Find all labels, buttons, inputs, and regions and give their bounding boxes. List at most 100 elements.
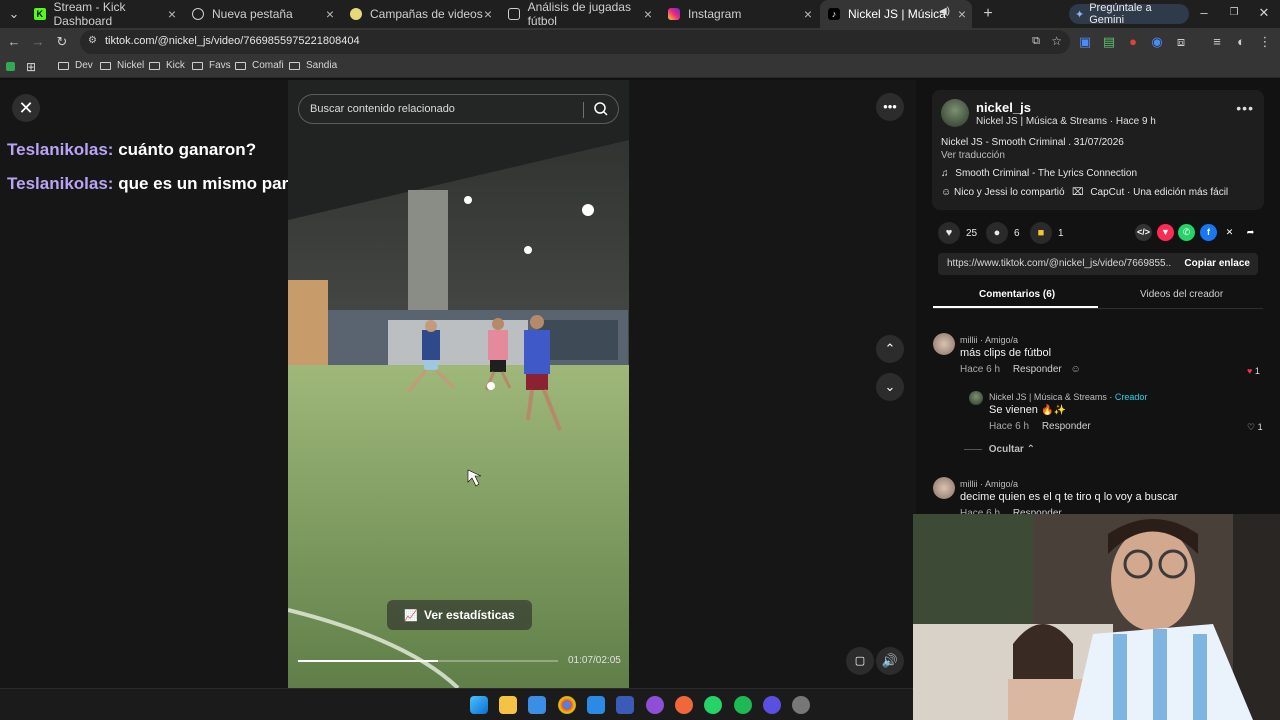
shared-avatar-icon: ☺ xyxy=(941,187,952,198)
search-icon[interactable] xyxy=(593,101,609,117)
save-button[interactable]: ■ 1 xyxy=(1030,222,1064,244)
browser-menu-icon[interactable]: ⋮ xyxy=(1257,34,1273,50)
x-icon[interactable]: ✕ xyxy=(1221,224,1238,241)
close-tab-icon[interactable]: × xyxy=(326,6,334,22)
extensions-puzzle-icon[interactable]: ⧈ xyxy=(1173,34,1189,50)
apps-grid-icon[interactable]: ⊞ xyxy=(26,60,36,74)
reply-button[interactable]: Responder xyxy=(1042,421,1091,432)
post-username[interactable]: nickel_js xyxy=(976,100,1031,115)
reading-list-icon[interactable]: ≡ xyxy=(1209,34,1225,50)
whatsapp-icon[interactable]: ✆ xyxy=(1178,224,1195,241)
bookmark-sandia[interactable]: Sandia xyxy=(289,60,337,71)
comment-author[interactable]: millii · Amigo/a xyxy=(960,479,1018,489)
next-video-chevron-down-icon[interactable]: ⌄ xyxy=(876,373,904,401)
embed-icon[interactable]: </> xyxy=(1135,224,1152,241)
capcut-icon: ⌧ xyxy=(1072,187,1084,198)
vpn-extension-icon[interactable]: ◉ xyxy=(1149,34,1165,50)
close-video-button[interactable]: ✕ xyxy=(12,94,40,122)
tab-tiktok-active[interactable]: ♪ Nickel JS | Música & Stream ◀) × xyxy=(820,0,972,28)
tab-campanas[interactable]: Campañas de videos × xyxy=(342,4,498,24)
comment-button[interactable]: ● 6 xyxy=(986,222,1020,244)
facebook-icon[interactable]: f xyxy=(1200,224,1217,241)
bookmark-favs[interactable]: Favs xyxy=(192,60,231,71)
back-icon[interactable]: ← xyxy=(6,34,22,50)
close-tab-icon[interactable]: × xyxy=(958,6,966,22)
bookmark-nickel[interactable]: Nickel xyxy=(100,60,144,71)
capcut-row[interactable]: ⌧ CapCut · Una edición más fácil xyxy=(1072,187,1228,198)
miniplayer-icon[interactable]: ▢ xyxy=(846,647,874,675)
speaker-icon[interactable]: ◀) xyxy=(939,6,950,17)
music-row[interactable]: ♫ Smooth Criminal - The Lyrics Connectio… xyxy=(941,168,1137,179)
apps-green-icon[interactable] xyxy=(6,62,15,71)
bookmark-star-icon[interactable]: ☆ xyxy=(1051,34,1062,48)
avatar[interactable] xyxy=(933,333,955,355)
tab-new-tab[interactable]: Nueva pestaña × xyxy=(184,4,340,24)
related-search-input[interactable]: Buscar contenido relacionado xyxy=(298,94,619,124)
close-tab-icon[interactable]: × xyxy=(484,6,492,22)
tab-comments[interactable]: Comentarios (6) xyxy=(979,289,1055,300)
store-icon[interactable] xyxy=(528,696,546,714)
bookmark-comafi[interactable]: Comafi xyxy=(235,60,284,71)
postman-icon[interactable] xyxy=(675,696,693,714)
video-player[interactable]: Buscar contenido relacionado 📈 Ver estad… xyxy=(288,80,629,688)
vscode-icon[interactable] xyxy=(587,696,605,714)
tab-kick-dashboard[interactable]: K Stream - Kick Dashboard × xyxy=(26,0,182,28)
tab-creator-videos[interactable]: Videos del creador xyxy=(1140,289,1223,300)
bookmark-dev[interactable]: Dev xyxy=(58,60,93,71)
restore-icon[interactable]: ❐ xyxy=(1226,5,1242,21)
install-icon[interactable]: ⧉ xyxy=(1032,35,1040,48)
video-progress-bar[interactable] xyxy=(298,660,558,662)
reply-button[interactable]: Responder xyxy=(1013,364,1062,375)
share-arrow-icon[interactable]: ➦ xyxy=(1242,224,1259,241)
comment-author[interactable]: millii · Amigo/a xyxy=(960,335,1018,345)
send-icon[interactable]: ▼ xyxy=(1157,224,1174,241)
start-icon[interactable] xyxy=(470,696,488,714)
whatsapp-taskbar-icon[interactable] xyxy=(704,696,722,714)
forward-icon[interactable]: → xyxy=(30,34,46,50)
shared-by-row[interactable]: ☺ Nico y Jessi lo compartió xyxy=(941,187,1065,198)
previous-video-chevron-up-icon[interactable]: ⌃ xyxy=(876,335,904,363)
profile-avatar-icon[interactable]: ◐ xyxy=(1233,34,1249,50)
close-tab-icon[interactable]: × xyxy=(644,6,652,22)
volume-icon[interactable]: 🔊 xyxy=(876,647,904,675)
view-stats-button[interactable]: 📈 Ver estadísticas xyxy=(387,600,532,630)
address-bar[interactable]: ⚙ tiktok.com/@nickel_js/video/7669855975… xyxy=(80,30,1070,54)
spotify-icon[interactable] xyxy=(734,696,752,714)
translate-extension-icon[interactable]: ▣ xyxy=(1077,34,1093,50)
reply-like[interactable]: ♡ 1 xyxy=(1247,422,1263,433)
record-extension-icon[interactable]: ● xyxy=(1125,34,1141,50)
close-tab-icon[interactable]: × xyxy=(804,6,812,22)
close-tab-icon[interactable]: × xyxy=(168,6,176,22)
bookmark-kick[interactable]: Kick xyxy=(149,60,185,71)
minimize-icon[interactable]: – xyxy=(1196,5,1212,21)
chrome-icon[interactable] xyxy=(558,696,576,714)
settings-icon[interactable] xyxy=(792,696,810,714)
terminal-icon[interactable] xyxy=(616,696,634,714)
tab-search-chevron-icon[interactable]: ⌄ xyxy=(6,6,22,22)
avatar[interactable] xyxy=(969,391,983,405)
new-tab-icon[interactable]: + xyxy=(980,6,996,22)
more-options-icon[interactable]: ••• xyxy=(876,93,904,121)
comment-like[interactable]: ♥ 1 xyxy=(1247,366,1260,376)
post-link[interactable]: https://www.tiktok.com/@nickel_js/video/… xyxy=(947,258,1172,269)
file-explorer-icon[interactable] xyxy=(499,696,517,714)
like-button[interactable]: ♥ 25 xyxy=(938,222,977,244)
gemini-button[interactable]: ✦ Pregúntale a Gemini xyxy=(1069,2,1189,26)
window-close-icon[interactable]: ✕ xyxy=(1256,5,1272,21)
tab-analisis[interactable]: Análisis de jugadas fútbol × xyxy=(500,0,658,28)
translate-link[interactable]: Ver traducción xyxy=(941,150,1005,161)
gemini-label: Pregúntale a Gemini xyxy=(1089,2,1152,26)
webcam-overlay xyxy=(913,514,1280,720)
avatar[interactable] xyxy=(933,477,955,499)
card-more-icon[interactable]: ••• xyxy=(1236,100,1254,116)
reply-author[interactable]: Nickel JS | Música & Streams · Creador xyxy=(989,392,1147,402)
avatar[interactable] xyxy=(941,99,969,127)
site-info-icon[interactable]: ⚙ xyxy=(88,35,97,46)
tab-instagram[interactable]: Instagram × xyxy=(660,4,818,24)
github-icon[interactable] xyxy=(646,696,664,714)
sheets-extension-icon[interactable]: ▤ xyxy=(1101,34,1117,50)
copy-link-button[interactable]: Copiar enlace xyxy=(1184,258,1250,269)
obs-icon[interactable] xyxy=(763,696,781,714)
reload-icon[interactable]: ↻ xyxy=(54,34,70,50)
hide-replies-button[interactable]: Ocultar ⌃ xyxy=(964,444,1035,455)
